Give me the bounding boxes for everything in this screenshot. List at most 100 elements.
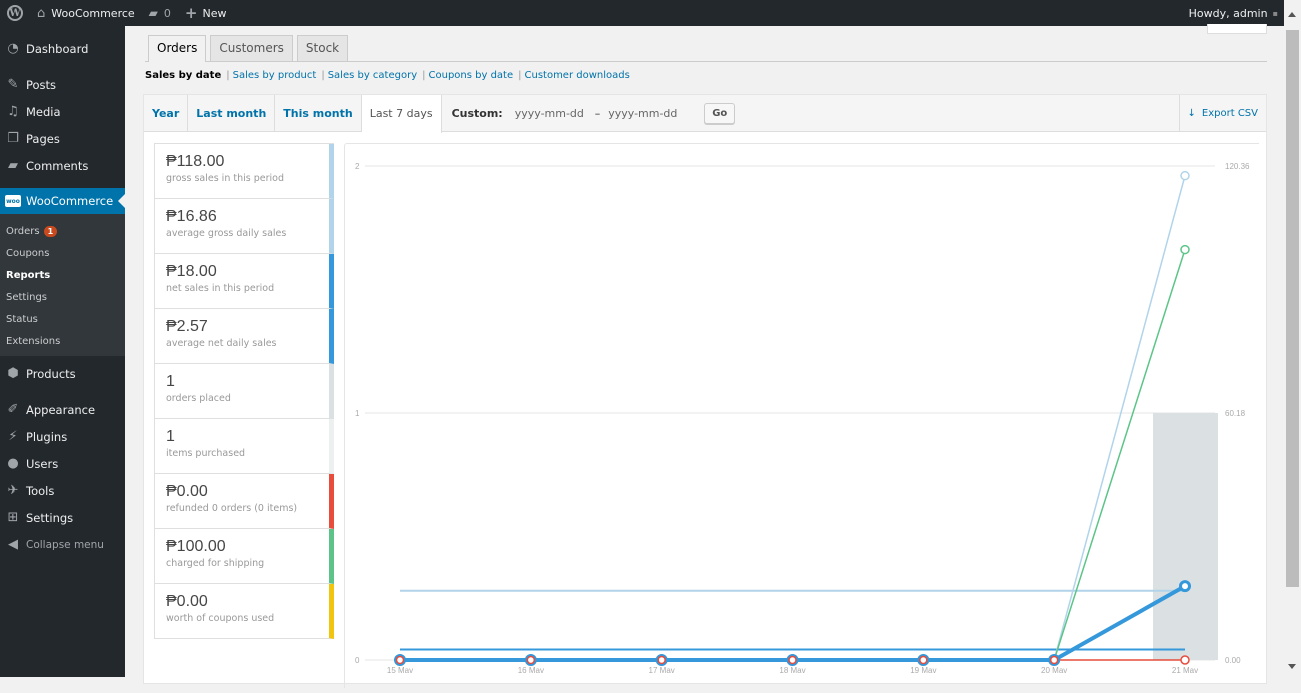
menu-item-appearance[interactable]: ✐ Appearance xyxy=(0,396,125,423)
menu-item-pages[interactable]: ❐ Pages xyxy=(0,125,125,152)
menu-label: Comments xyxy=(26,158,89,173)
end-date-input[interactable]: yyyy-mm-dd xyxy=(608,107,684,120)
legend-item[interactable]: ₱118.00 gross sales in this period xyxy=(154,144,334,199)
go-button[interactable]: Go xyxy=(704,102,736,124)
woo-icon: woo xyxy=(5,193,21,209)
menu-label: Tools xyxy=(26,483,55,498)
menu-label: Appearance xyxy=(26,402,96,417)
menu-label: Pages xyxy=(26,131,60,146)
menu-item-users[interactable]: ● Users xyxy=(0,450,125,477)
media-icon: ♫ xyxy=(7,104,19,119)
site-name: WooCommerce xyxy=(51,6,135,20)
menu-item-media[interactable]: ♫ Media xyxy=(0,98,125,125)
date-dash: – xyxy=(594,106,601,120)
report-link-sales-by-category[interactable]: Sales by category xyxy=(328,70,417,81)
range-year[interactable]: Year xyxy=(144,95,189,131)
page-scrollbar[interactable] xyxy=(1284,26,1301,677)
wrench-icon: ✈ xyxy=(7,483,19,498)
menu-label: Products xyxy=(26,366,76,381)
plug-icon: ⚡ xyxy=(8,429,18,444)
wp-logo-button[interactable]: W xyxy=(0,0,30,26)
export-csv-button[interactable]: ↓ Export CSV xyxy=(1178,95,1266,132)
scrollbar-thumb[interactable] xyxy=(1286,30,1299,587)
legend-item[interactable]: ₱0.00 worth of coupons used xyxy=(154,584,334,639)
submenu-label: Coupons xyxy=(6,247,50,259)
legend-item[interactable]: 1 items purchased xyxy=(154,419,334,474)
order-count-bar xyxy=(1153,413,1218,660)
series-line xyxy=(400,175,1186,661)
menu-item-tools[interactable]: ✈ Tools xyxy=(0,477,125,504)
range-last-month[interactable]: Last month xyxy=(188,95,276,131)
tab-orders[interactable]: Orders xyxy=(148,35,207,62)
scroll-down-arrow-icon[interactable] xyxy=(1288,664,1296,673)
legend-description: net sales in this period xyxy=(166,283,275,294)
data-point xyxy=(919,655,928,665)
legend-item[interactable]: ₱0.00 refunded 0 orders (0 items) xyxy=(154,474,334,529)
date-range-bar: Year Last month This month Last 7 days C… xyxy=(144,95,1266,133)
submenu-item-orders[interactable]: Orders 1 xyxy=(0,220,125,242)
avatar: ▪ xyxy=(1272,8,1278,18)
legend-item[interactable]: ₱18.00 net sales in this period xyxy=(154,254,334,309)
admin-bar: W ⌂ WooCommerce ▰ 0 + New Howdy, admin ▪ xyxy=(0,0,1284,26)
menu-label: WooCommerce xyxy=(26,194,114,208)
tab-customers[interactable]: Customers xyxy=(210,35,293,61)
submenu-label: Status xyxy=(6,313,38,325)
menu-label: Users xyxy=(26,456,59,471)
start-date-input[interactable]: yyyy-mm-dd xyxy=(515,107,591,120)
legend-description: average net daily sales xyxy=(166,338,277,349)
legend-item[interactable]: 1 orders placed xyxy=(154,364,334,419)
submenu-item-extensions[interactable]: Extensions xyxy=(0,330,125,352)
comment-bubble-icon: ▰ xyxy=(148,6,158,20)
separator: | xyxy=(321,70,325,81)
menu-item-comments[interactable]: ▰ Comments xyxy=(0,152,125,179)
data-point xyxy=(395,655,405,665)
menu-item-posts[interactable]: ✎ Posts xyxy=(0,71,125,98)
orders-count-badge: 1 xyxy=(43,225,58,237)
menu-item-dashboard[interactable]: ◔ Dashboard xyxy=(0,35,125,62)
report-link-coupons-by-date[interactable]: Coupons by date xyxy=(429,70,514,81)
collapse-icon: ◀ xyxy=(8,537,18,552)
menu-label: Dashboard xyxy=(26,41,89,56)
chart-legend: ₱118.00 gross sales in this period ₱16.86 a… xyxy=(154,143,334,639)
report-link-sales-by-product[interactable]: Sales by product xyxy=(233,70,317,81)
legend-description: refunded 0 orders (0 items) xyxy=(166,503,298,514)
report-link-sales-by-date[interactable]: Sales by date xyxy=(145,70,221,81)
my-account-link[interactable]: Howdy, admin ▪ xyxy=(1182,0,1284,26)
data-point xyxy=(1179,580,1191,593)
legend-item[interactable]: ₱2.57 average net daily sales xyxy=(154,309,334,364)
site-name-link[interactable]: ⌂ WooCommerce xyxy=(30,0,142,26)
tab-stock[interactable]: Stock xyxy=(296,35,349,61)
menu-label: Plugins xyxy=(26,429,68,444)
howdy-text: Howdy, admin xyxy=(1188,6,1268,20)
comments-count: 0 xyxy=(163,6,171,20)
submenu-item-reports[interactable]: Reports xyxy=(0,264,125,286)
legend-value: 1 xyxy=(166,428,175,445)
menu-label: Collapse menu xyxy=(26,538,104,551)
submenu-item-coupons[interactable]: Coupons xyxy=(0,242,125,264)
comments-link[interactable]: ▰ 0 xyxy=(142,0,178,26)
data-point xyxy=(1180,655,1190,665)
legend-description: gross sales in this period xyxy=(166,173,284,184)
scrollbar-up[interactable] xyxy=(1284,0,1301,26)
menu-item-woocommerce[interactable]: woo WooCommerce xyxy=(0,188,125,214)
main-content: Orders Customers Stock Sales by date | S… xyxy=(125,24,1284,688)
menu-item-products[interactable]: ⬢ Products xyxy=(0,360,125,387)
y-tick-label-right: 0.00 xyxy=(1225,656,1241,665)
menu-item-settings[interactable]: ⊞ Settings xyxy=(0,504,125,531)
menu-item-plugins[interactable]: ⚡ Plugins xyxy=(0,423,125,450)
screen-options-tab[interactable] xyxy=(1207,24,1267,34)
legend-item[interactable]: ₱16.86 average gross daily sales xyxy=(154,199,334,254)
legend-item[interactable]: ₱100.00 charged for shipping xyxy=(154,529,334,584)
submenu-label: Extensions xyxy=(6,335,61,347)
report-link-customer-downloads[interactable]: Customer downloads xyxy=(525,70,630,81)
submenu-item-status[interactable]: Status xyxy=(0,308,125,330)
scroll-up-arrow-icon xyxy=(1288,8,1296,17)
separator: | xyxy=(422,70,426,81)
range-last-7-days[interactable]: Last 7 days xyxy=(361,95,442,133)
submenu-item-settings[interactable]: Settings xyxy=(0,286,125,308)
x-tick-label: 18 Mav xyxy=(779,666,805,675)
new-content-link[interactable]: + New xyxy=(178,0,234,26)
collapse-menu-button[interactable]: ◀ Collapse menu xyxy=(0,531,125,558)
report-links: Sales by date | Sales by product | Sales… xyxy=(145,70,630,81)
range-this-month[interactable]: This month xyxy=(275,95,362,131)
